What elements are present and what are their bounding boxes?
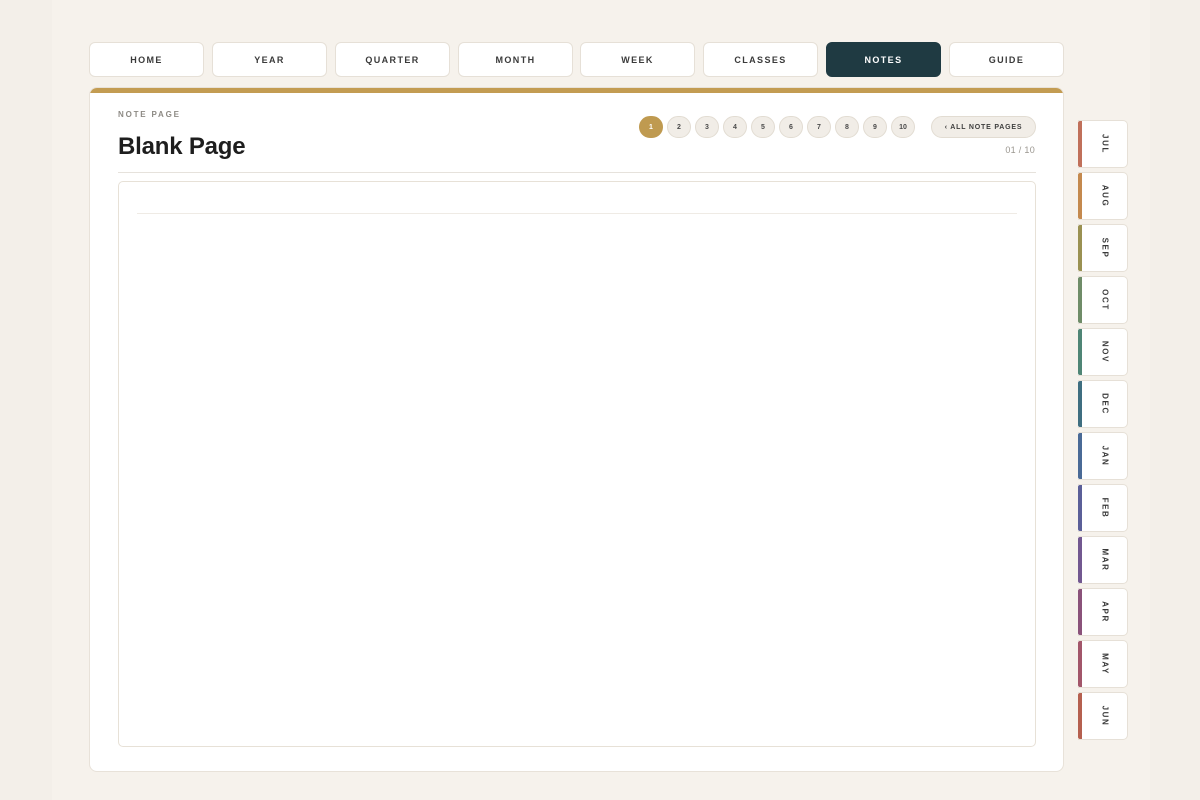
month-color-stripe [1078, 381, 1082, 427]
month-tab-label: OCT [1100, 289, 1110, 311]
page-8-button[interactable]: 8 [835, 116, 859, 138]
nav-notes-button[interactable]: NOTES [826, 42, 941, 77]
month-color-stripe [1078, 121, 1082, 167]
page-6-button[interactable]: 6 [779, 116, 803, 138]
card-accent-bar [90, 88, 1063, 93]
nav-quarter-button[interactable]: QUARTER [335, 42, 450, 77]
month-tab-jan[interactable]: JAN [1078, 432, 1128, 480]
month-tab-label: DEC [1100, 393, 1110, 415]
month-color-stripe [1078, 173, 1082, 219]
month-tab-sep[interactable]: SEP [1078, 224, 1128, 272]
nav-month-button[interactable]: MONTH [458, 42, 573, 77]
month-color-stripe [1078, 329, 1082, 375]
page-counter: 01 / 10 [1005, 145, 1035, 155]
month-color-stripe [1078, 693, 1082, 739]
page-5-button[interactable]: 5 [751, 116, 775, 138]
month-color-stripe [1078, 433, 1082, 479]
top-nav: HOME YEAR QUARTER MONTH WEEK CLASSES NOT… [89, 42, 1064, 78]
month-tab-label: JAN [1100, 445, 1110, 467]
month-tab-jul[interactable]: JUL [1078, 120, 1128, 168]
page-2-button[interactable]: 2 [667, 116, 691, 138]
page-1-button[interactable]: 1 [639, 116, 663, 138]
page-title: Blank Page [118, 133, 246, 160]
month-tab-dec[interactable]: DEC [1078, 380, 1128, 428]
page-9-button[interactable]: 9 [863, 116, 887, 138]
month-tab-may[interactable]: MAY [1078, 640, 1128, 688]
note-page-card: NOTE PAGE Blank Page 1 2 3 4 5 6 7 8 9 1… [89, 87, 1064, 772]
month-tab-label: AUG [1100, 184, 1110, 208]
month-color-stripe [1078, 537, 1082, 583]
month-tab-nov[interactable]: NOV [1078, 328, 1128, 376]
month-tab-apr[interactable]: APR [1078, 588, 1128, 636]
month-tab-label: SEP [1100, 237, 1110, 259]
page-eyebrow: NOTE PAGE [118, 110, 181, 119]
page-10-button[interactable]: 10 [891, 116, 915, 138]
nav-guide-button[interactable]: GUIDE [949, 42, 1064, 77]
nav-year-button[interactable]: YEAR [212, 42, 327, 77]
month-color-stripe [1078, 641, 1082, 687]
month-tab-feb[interactable]: FEB [1078, 484, 1128, 532]
nav-week-button[interactable]: WEEK [580, 42, 695, 77]
nav-home-button[interactable]: HOME [89, 42, 204, 77]
month-color-stripe [1078, 485, 1082, 531]
month-tab-label: MAR [1100, 548, 1110, 572]
month-tab-aug[interactable]: AUG [1078, 172, 1128, 220]
month-tab-mar[interactable]: MAR [1078, 536, 1128, 584]
writing-guide-line [137, 213, 1017, 214]
nav-classes-button[interactable]: CLASSES [703, 42, 818, 77]
month-tab-oct[interactable]: OCT [1078, 276, 1128, 324]
page-7-button[interactable]: 7 [807, 116, 831, 138]
month-tab-label: NOV [1100, 340, 1110, 364]
month-tab-label: JUL [1100, 134, 1110, 154]
month-color-stripe [1078, 589, 1082, 635]
month-tab-label: MAY [1100, 653, 1110, 675]
month-tab-jun[interactable]: JUN [1078, 692, 1128, 740]
month-color-stripe [1078, 277, 1082, 323]
note-page-pager: 1 2 3 4 5 6 7 8 9 10 [639, 116, 919, 138]
month-tab-label: FEB [1100, 497, 1110, 519]
note-writing-area[interactable] [118, 181, 1036, 747]
month-color-stripe [1078, 225, 1082, 271]
header-divider [118, 172, 1036, 173]
all-note-pages-button[interactable]: ‹ ALL NOTE PAGES [931, 116, 1036, 138]
month-tab-label: APR [1100, 601, 1110, 623]
page-3-button[interactable]: 3 [695, 116, 719, 138]
page-4-button[interactable]: 4 [723, 116, 747, 138]
month-tab-label: JUN [1100, 705, 1110, 727]
